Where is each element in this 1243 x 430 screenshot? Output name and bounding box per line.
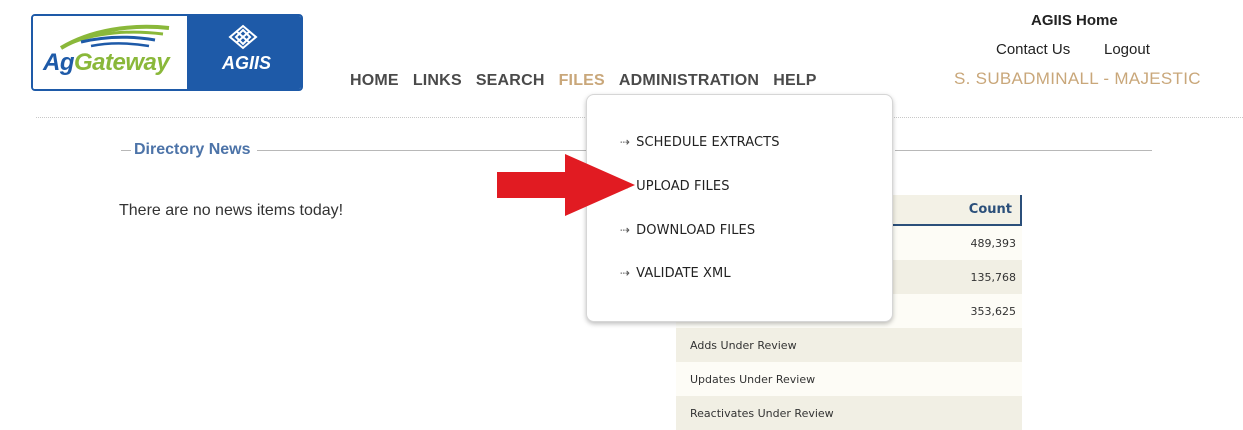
menu-item-label[interactable]: SCHEDULE EXTRACTS — [636, 135, 779, 150]
aggateway-swoosh-icon — [59, 24, 170, 50]
row-label[interactable]: Updates Under Review — [690, 373, 815, 386]
menu-item-schedule-extracts[interactable]: ⇢ SCHEDULE EXTRACTS — [620, 135, 780, 150]
agiis-logo[interactable]: AgGateway AGIIS — [31, 14, 303, 91]
nav-administration[interactable]: ADMINISTRATION — [619, 72, 759, 90]
menu-item-label[interactable]: VALIDATE XML — [636, 266, 731, 281]
dotted-arrow-icon: ⇢ — [620, 135, 631, 149]
nav-help[interactable]: HELP — [773, 72, 816, 90]
nav-home[interactable]: HOME — [350, 72, 399, 90]
menu-item-label[interactable]: DOWNLOAD FILES — [636, 223, 755, 238]
directory-info-heading: tion — [860, 140, 1152, 160]
row-label[interactable]: Adds Under Review — [690, 339, 797, 352]
menu-item-download-files[interactable]: ⇢ DOWNLOAD FILES — [620, 223, 755, 238]
directory-news-title: Directory News — [134, 141, 251, 158]
row-count: 135,768 — [970, 271, 1017, 284]
row-count: 489,393 — [970, 237, 1017, 250]
nav-files[interactable]: FILES — [559, 72, 605, 90]
dotted-arrow-icon: ⇢ — [620, 266, 631, 280]
current-user-label: S. SUBADMINALL - MAJESTIC — [954, 69, 1201, 88]
news-empty-message: There are no news items today! — [119, 202, 344, 219]
aggateway-logo: AgGateway — [33, 16, 187, 89]
heading-rule — [256, 149, 601, 151]
red-pointer-arrow-icon — [497, 154, 635, 216]
nav-search[interactable]: SEARCH — [476, 72, 545, 90]
main-nav: HOME LINKS SEARCH FILES ADMINISTRATION H… — [350, 72, 831, 90]
table-row[interactable]: Adds Under Review — [676, 328, 1022, 362]
table-row[interactable]: Reactivates Under Review — [676, 396, 1022, 430]
count-column-header: Count — [968, 202, 1012, 217]
heading-dash — [121, 149, 131, 151]
agiis-home-link[interactable]: AGIIS Home — [1031, 12, 1118, 29]
agiis-lattice-icon — [228, 24, 258, 50]
aggateway-wordmark: AgGateway — [43, 49, 170, 76]
row-label[interactable]: Reactivates Under Review — [690, 407, 834, 420]
menu-item-validate-xml[interactable]: ⇢ VALIDATE XML — [620, 266, 731, 281]
table-row[interactable]: Updates Under Review — [676, 362, 1022, 396]
row-count: 353,625 — [970, 305, 1017, 318]
menu-item-label[interactable]: UPLOAD FILES — [636, 179, 729, 194]
heading-rule — [895, 149, 1152, 151]
agiis-wordmark: AGIIS — [222, 53, 272, 73]
agiis-mark: AGIIS — [187, 16, 301, 89]
dotted-arrow-icon: ⇢ — [620, 223, 631, 237]
logout-link[interactable]: Logout — [1104, 41, 1150, 58]
contact-us-link[interactable]: Contact Us — [996, 41, 1070, 58]
nav-links[interactable]: LINKS — [413, 72, 462, 90]
